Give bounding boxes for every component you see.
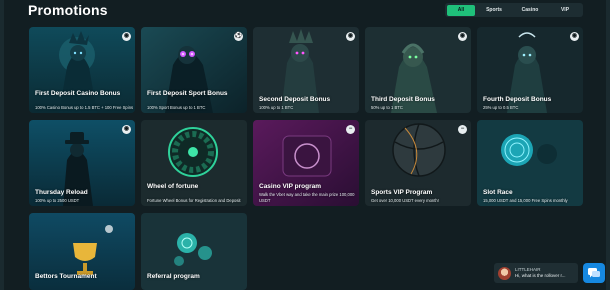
promo-desc: Walk the Vbet way and take the main priz… — [259, 192, 355, 203]
promo-title: Slot Race — [483, 189, 513, 196]
casino-chip-icon: ◉ — [570, 32, 579, 41]
promo-desc: Get over 10,000 USDT every month! — [371, 197, 439, 203]
promo-card-sports-vip[interactable]: − Sports VIP Program Get over 10,000 USD… — [365, 120, 471, 206]
promo-card-casino-vip[interactable]: − Casino VIP program Walk the Vbet way a… — [253, 120, 359, 206]
promo-title: First Deposit Sport Bonus — [147, 90, 228, 97]
promo-title: Referral program — [147, 273, 200, 280]
promo-card-third-deposit[interactable]: ◉ Third Deposit Bonus 50% up to 1 BTC — [365, 27, 471, 113]
filter-tabs: All Sports Casino VIP — [445, 3, 583, 17]
promo-card-referral-program[interactable]: Referral program — [141, 213, 247, 290]
filter-all[interactable]: All — [447, 4, 475, 16]
promo-title: Thursday Reload — [35, 189, 88, 196]
promo-desc: 100% up to 1 BTC — [259, 104, 294, 110]
promo-card-bettors-tournament[interactable]: Bettors Tournament — [29, 213, 135, 290]
promo-desc: 50% up to 1 BTC — [371, 104, 403, 110]
casino-chip-icon: ◉ — [458, 32, 467, 41]
promo-title: First Deposit Casino Bonus — [35, 90, 121, 97]
minus-icon: − — [346, 125, 355, 134]
promo-title: Casino VIP program — [259, 183, 322, 190]
filter-vip[interactable]: VIP — [549, 5, 581, 16]
filter-casino[interactable]: Casino — [513, 5, 547, 16]
left-edge — [0, 0, 4, 290]
promo-title: Fourth Deposit Bonus — [483, 96, 552, 103]
page-title: Promotions — [28, 2, 108, 18]
chat-message: Hi, what is the rollover r... — [515, 273, 566, 278]
filter-sports[interactable]: Sports — [477, 5, 511, 16]
chat-preview[interactable]: LITTLEHAIR Hi, what is the rollover r... — [494, 263, 578, 283]
promo-card-fourth-deposit[interactable]: ◉ Fourth Deposit Bonus 25% up to 0.5 BTC — [477, 27, 583, 113]
promo-desc: 15,000 USDT and 15,000 Free Spins monthl… — [483, 197, 568, 203]
promo-art — [29, 27, 135, 113]
promo-card-thursday-reload[interactable]: ◉ Thursday Reload 100% up to 2500 USDT — [29, 120, 135, 206]
promo-card-slot-race[interactable]: Slot Race 15,000 USDT and 15,000 Free Sp… — [477, 120, 583, 206]
promo-desc: 100% up to 2500 USDT — [35, 197, 80, 203]
casino-chip-icon: ◉ — [346, 32, 355, 41]
chat-button[interactable] — [583, 263, 605, 283]
promo-title: Sports VIP Program — [371, 189, 433, 196]
promo-desc: Fortune Wheel Bonus for Registration and… — [147, 197, 241, 203]
chat-bubble-icon — [588, 267, 600, 277]
minus-icon: − — [458, 125, 467, 134]
promo-desc: 100% Casino Bonus up to 1.5 BTC + 100 Fr… — [35, 104, 134, 110]
right-edge — [606, 0, 610, 290]
promo-desc: 100% Sport Bonus up to 1 BTC — [147, 104, 206, 110]
promo-title: Bettors Tournament — [35, 273, 97, 280]
promo-card-first-deposit-casino[interactable]: ◉ First Deposit Casino Bonus 100% Casino… — [29, 27, 135, 113]
casino-chip-icon: ◉ — [122, 125, 131, 134]
promo-card-wheel-of-fortune[interactable]: Wheel of fortune Fortune Wheel Bonus for… — [141, 120, 247, 206]
promo-card-second-deposit[interactable]: ◉ Second Deposit Bonus 100% up to 1 BTC — [253, 27, 359, 113]
promo-art — [141, 120, 247, 206]
promo-card-first-deposit-sport[interactable]: ⚽ First Deposit Sport Bonus 100% Sport B… — [141, 27, 247, 113]
promo-art — [141, 27, 247, 113]
casino-chip-icon: ◉ — [122, 32, 131, 41]
soccer-ball-icon: ⚽ — [234, 32, 243, 41]
promo-title: Third Deposit Bonus — [371, 96, 435, 103]
promo-title: Wheel of fortune — [147, 183, 199, 190]
promo-title: Second Deposit Bonus — [259, 96, 331, 103]
avatar — [498, 266, 511, 280]
promo-desc: 25% up to 0.5 BTC — [483, 104, 519, 110]
